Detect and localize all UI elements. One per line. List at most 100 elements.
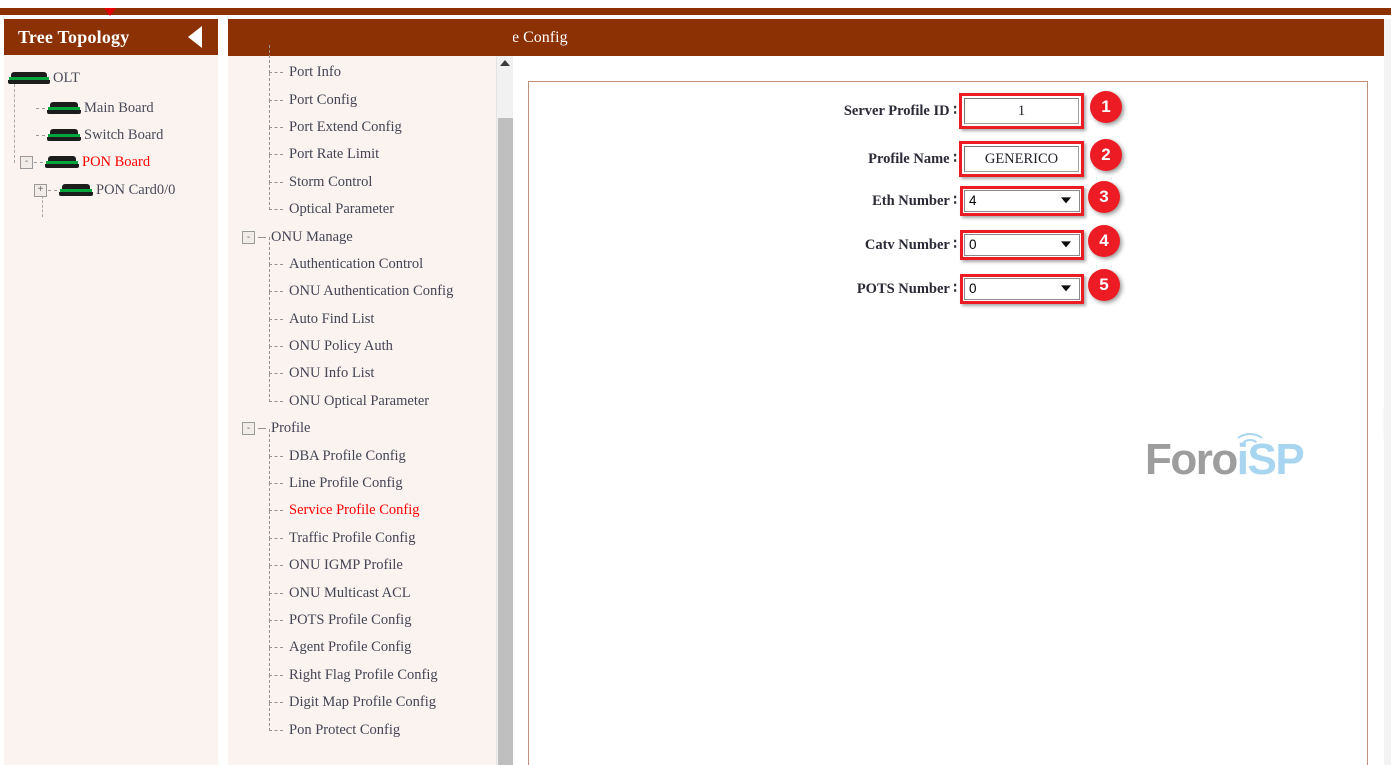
- menu-item-label: POTS Profile Config: [289, 612, 411, 629]
- page-scrollbar[interactable]: [1384, 19, 1391, 765]
- chevron-down-icon[interactable]: [1061, 241, 1071, 247]
- menu-tree-connector-icon: [269, 552, 286, 579]
- menu-item-label: ONU Multicast ACL: [289, 585, 411, 602]
- form-row-4: POTS Number ∶05: [789, 278, 1080, 300]
- callout-badge-4: 4: [1088, 225, 1120, 257]
- menu-tree-connector-icon: [269, 169, 286, 196]
- menu-tree-connector-icon: [269, 717, 286, 744]
- menu-item-label: Port Rate Limit: [289, 146, 379, 163]
- tree-topology-header: Tree Topology: [4, 19, 218, 55]
- tree-dash-icon: [48, 190, 57, 191]
- menu-tree-connector-icon: [269, 470, 286, 497]
- field-label: POTS Number ∶: [789, 281, 964, 298]
- field-control-wrap: 43: [964, 190, 1080, 212]
- top-brown-bar: [0, 8, 1391, 15]
- menu-item-label: Authentication Control: [289, 256, 423, 273]
- menu-item-label: ONU Info List: [289, 365, 374, 382]
- field-label: Profile Name ∶: [789, 151, 964, 168]
- menu-tree-connector-icon: [269, 689, 286, 716]
- menu-item-label: Port Config: [289, 92, 357, 109]
- device-board-icon: [59, 184, 93, 197]
- navigation-menu-panel: Port InfoPort ConfigPort Extend ConfigPo…: [228, 19, 513, 765]
- field-control-wrap: 11: [964, 98, 1079, 124]
- tree-topology-body: OLT Main Board Switch Board: [4, 55, 218, 203]
- menu-tree-connector-icon: [269, 607, 286, 634]
- menu-tree-connector-icon: [269, 388, 286, 415]
- device-board-icon: [45, 156, 79, 169]
- menu-item-label: Port Extend Config: [289, 119, 402, 136]
- tree-expander-placeholder: [22, 129, 35, 142]
- tree-node-label: PON Card0/0: [96, 183, 175, 198]
- input-server-profile-id[interactable]: 1: [964, 98, 1079, 124]
- field-control-wrap: GENERICO2: [964, 146, 1079, 172]
- select-eth-number[interactable]: 4: [964, 190, 1080, 212]
- tree-topology-title: Tree Topology: [18, 27, 188, 48]
- select-catv-number[interactable]: 0: [964, 234, 1080, 256]
- menu-tree-connector-icon: [269, 306, 286, 333]
- menu-tree-connector-icon: [269, 141, 286, 168]
- tree-node-main-board[interactable]: Main Board: [4, 95, 218, 121]
- watermark-text-foro: Foro: [1145, 435, 1237, 484]
- tree-expander-collapse-icon[interactable]: -: [20, 156, 33, 169]
- menu-scrollbar-thumb[interactable]: [498, 118, 513, 765]
- collapse-left-arrow-icon[interactable]: [188, 26, 202, 48]
- menu-item-label: Pon Protect Config: [289, 722, 400, 739]
- menu-item-label: ONU Policy Auth: [289, 338, 393, 355]
- menu-item-optical-parameter[interactable]: Optical Parameter: [228, 196, 496, 223]
- callout-badge-1: 1: [1090, 91, 1122, 123]
- tree-node-label: Main Board: [84, 101, 154, 116]
- menu-item-label: ONU Authentication Config: [289, 283, 453, 300]
- field-label: Server Profile ID ∶: [789, 103, 964, 120]
- menu-group-expander-icon[interactable]: -: [242, 422, 255, 435]
- select-value: 4: [969, 193, 977, 208]
- form-row-2: Eth Number ∶43: [789, 190, 1080, 212]
- device-board-icon: [8, 72, 50, 85]
- menu-item-label: Traffic Profile Config: [289, 530, 415, 547]
- form-row-0: Server Profile ID ∶11: [789, 98, 1079, 124]
- tree-node-label: Switch Board: [84, 128, 163, 143]
- tree-node-switch-board[interactable]: Switch Board: [4, 122, 218, 148]
- menu-tree-connector-icon: [269, 333, 286, 360]
- device-board-icon: [47, 102, 81, 115]
- menu-tree-connector-icon: [269, 634, 286, 661]
- menu-item-label: Storm Control: [289, 174, 372, 191]
- form-row-1: Profile Name ∶GENERICO2: [789, 146, 1079, 172]
- menu-tree-connector-icon: [269, 525, 286, 552]
- chevron-down-icon[interactable]: [1061, 197, 1071, 203]
- menu-group-dash-icon: [258, 237, 266, 238]
- device-board-icon: [47, 129, 81, 142]
- menu-item-label: ONU Optical Parameter: [289, 393, 429, 410]
- callout-badge-3: 3: [1088, 181, 1120, 213]
- form-row-3: Catv Number ∶04: [789, 234, 1080, 256]
- scroll-up-arrow-icon[interactable]: [500, 60, 510, 66]
- menu-scrollbar[interactable]: [496, 56, 513, 765]
- field-label: Eth Number ∶: [789, 193, 964, 210]
- wifi-signal-icon: [1229, 427, 1271, 449]
- menu-tree-connector-icon: [269, 114, 286, 141]
- menu-group-expander-icon[interactable]: -: [242, 231, 255, 244]
- menu-item-label: Profile: [271, 420, 310, 437]
- foroisp-watermark: ForoiSP: [1145, 434, 1325, 486]
- tree-expander-expand-icon[interactable]: +: [34, 184, 47, 197]
- content-panel: ForoiSP Server Profile ID ∶11Profile Nam…: [528, 81, 1368, 765]
- menu-item-label: Service Profile Config: [289, 502, 419, 519]
- callout-badge-5: 5: [1088, 269, 1120, 301]
- select-pots-number[interactable]: 0: [964, 278, 1080, 300]
- menu-item-pon-protect-config[interactable]: Pon Protect Config: [228, 716, 496, 743]
- tree-node-pon-card[interactable]: + PON Card0/0: [4, 177, 218, 203]
- menu-tree-connector-icon: [269, 497, 286, 524]
- tree-node-pon-board[interactable]: - PON Board: [4, 149, 218, 175]
- menu-item-onu-optical-parameter[interactable]: ONU Optical Parameter: [228, 388, 496, 415]
- red-marker-triangle-icon: [104, 8, 116, 16]
- app-root: Tree Topology OLT Main Board: [0, 0, 1391, 765]
- menu-panel-header-strip: [228, 19, 513, 56]
- menu-tree-connector-icon: [269, 662, 286, 689]
- tree-node-olt[interactable]: OLT: [4, 65, 218, 91]
- menu-item-label: ONU Manage: [271, 229, 353, 246]
- field-control-wrap: 05: [964, 278, 1080, 300]
- chevron-down-icon[interactable]: [1061, 285, 1071, 291]
- input-profile-name[interactable]: GENERICO: [964, 146, 1079, 172]
- menu-tree-connector-icon: [269, 87, 286, 114]
- tree-node-label: OLT: [53, 71, 80, 86]
- menu-tree-connector-icon: [269, 196, 286, 223]
